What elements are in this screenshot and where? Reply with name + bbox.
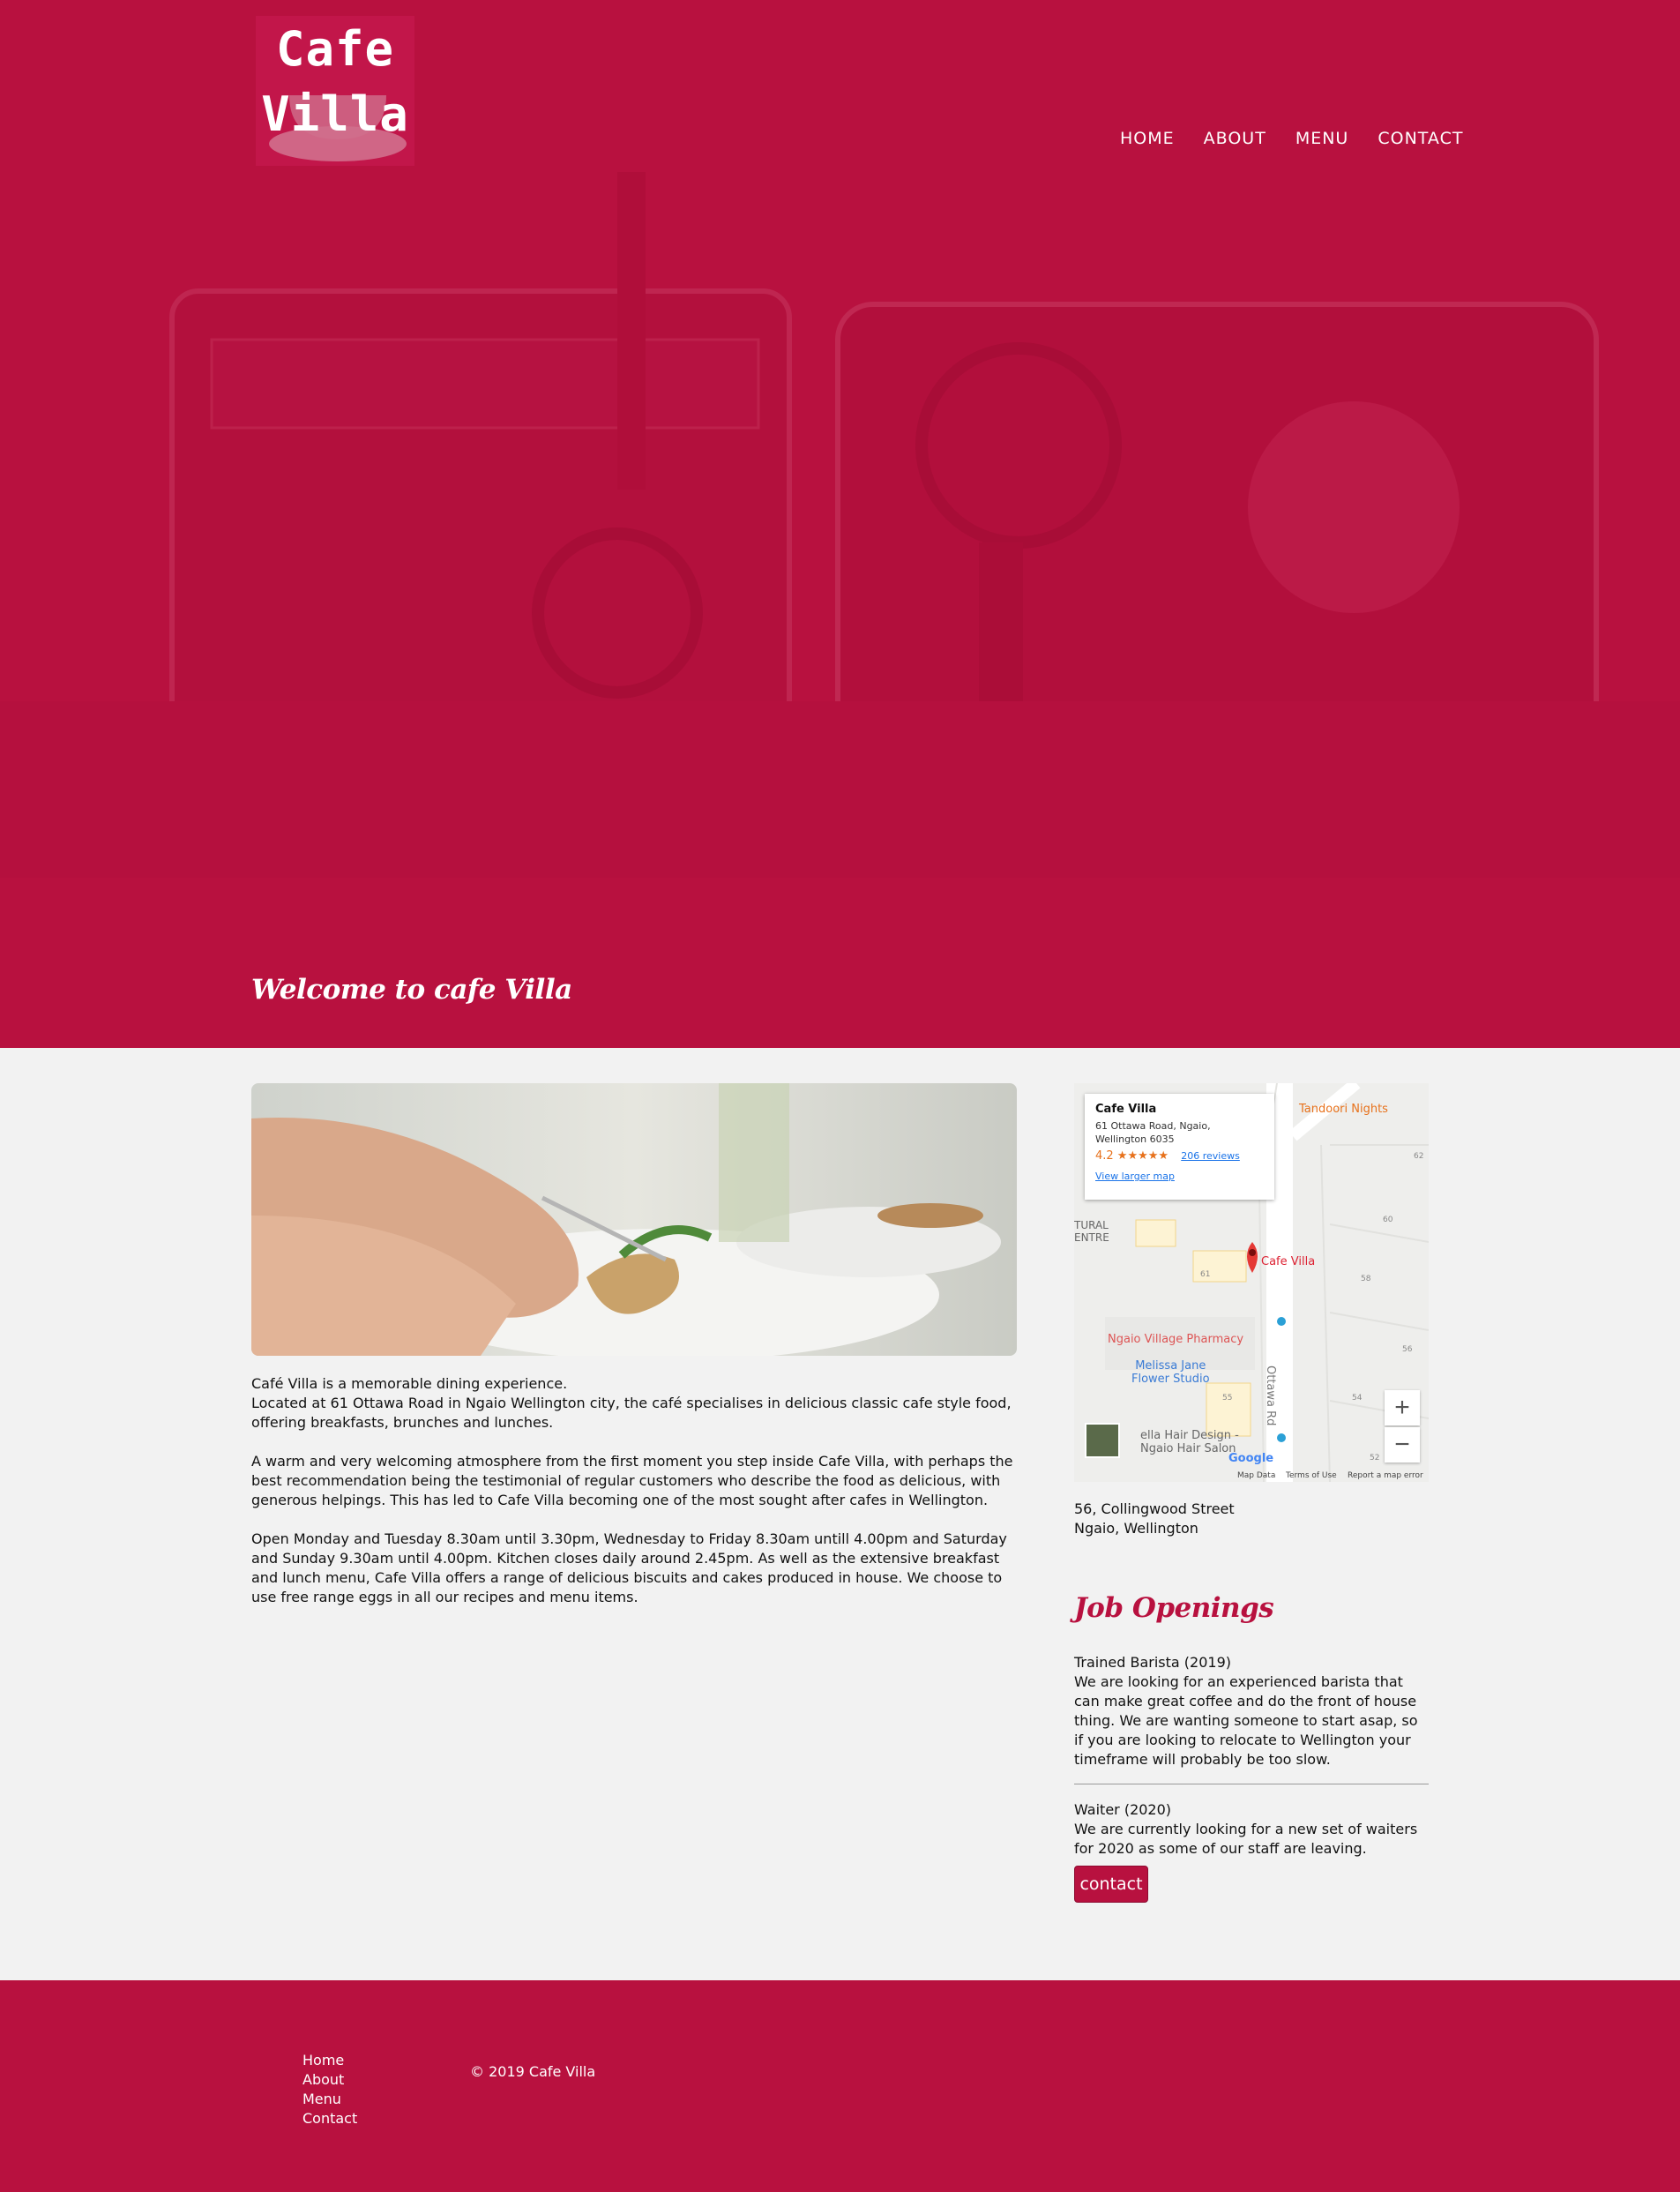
dining-photo bbox=[251, 1083, 1017, 1356]
hero-background-image bbox=[0, 172, 1680, 878]
about-paragraph-3: Open Monday and Tuesday 8.30am until 3.3… bbox=[251, 1530, 1007, 1605]
map-terms-link[interactable]: Terms of Use bbox=[1286, 1471, 1337, 1480]
map-rating-stars: 4.2 ★★★★★ bbox=[1095, 1149, 1169, 1163]
job-listing-barista: Trained Barista (2019) We are looking fo… bbox=[1074, 1653, 1429, 1769]
logo-text-cafe: Cafe bbox=[275, 21, 395, 77]
address-block: 56, Collingwood Street Ngaio, Wellington bbox=[1074, 1500, 1235, 1538]
address-line-1: 56, Collingwood Street bbox=[1074, 1500, 1235, 1517]
copyright-text: © 2019 Cafe Villa bbox=[470, 2063, 596, 2080]
footer-link-home[interactable]: Home bbox=[302, 2051, 357, 2070]
satellite-toggle[interactable] bbox=[1085, 1423, 1120, 1458]
zoom-out-button[interactable]: − bbox=[1385, 1427, 1420, 1463]
nav-about[interactable]: ABOUT bbox=[1204, 129, 1266, 148]
nav-menu[interactable]: MENU bbox=[1295, 129, 1349, 148]
map-road-label: Ottawa Rd bbox=[1264, 1365, 1277, 1426]
about-section: Café Villa is a memorable dining experie… bbox=[251, 1374, 1017, 1627]
map-rating: 4.2 ★★★★★ 206 reviews bbox=[1095, 1149, 1264, 1163]
cafe-villa-logo[interactable]: Cafe Villa bbox=[256, 16, 414, 166]
map-report-link[interactable]: Report a map error bbox=[1348, 1471, 1423, 1480]
job-title: Waiter (2020) bbox=[1074, 1801, 1172, 1818]
map-poi-flower-studio[interactable]: Melissa Jane Flower Studio bbox=[1131, 1359, 1210, 1386]
job-title: Trained Barista (2019) bbox=[1074, 1654, 1231, 1671]
map-poi-pharmacy[interactable]: Ngaio Village Pharmacy bbox=[1108, 1333, 1243, 1346]
map-reviews-link[interactable]: 206 reviews bbox=[1181, 1150, 1240, 1162]
footer-link-about[interactable]: About bbox=[302, 2070, 357, 2090]
map-data-link[interactable]: Map Data bbox=[1237, 1471, 1275, 1480]
about-paragraph-1: Café Villa is a memorable dining experie… bbox=[251, 1375, 1012, 1431]
map-number: 62 bbox=[1414, 1152, 1424, 1161]
location-map[interactable]: Cafe Villa 61 Ottawa Road, Ngaio, Wellin… bbox=[1074, 1083, 1429, 1482]
contact-button[interactable]: contact bbox=[1074, 1866, 1148, 1903]
footer-link-contact[interactable]: Contact bbox=[302, 2109, 357, 2128]
footer-link-menu[interactable]: Menu bbox=[302, 2090, 357, 2109]
map-number: 52 bbox=[1370, 1454, 1380, 1463]
hero-header: Cafe Villa HOME ABOUT MENU CONTACT Welco… bbox=[0, 0, 1680, 1048]
address-line-2: Ngaio, Wellington bbox=[1074, 1520, 1198, 1537]
map-number: 56 bbox=[1402, 1345, 1413, 1354]
view-larger-map-link[interactable]: View larger map bbox=[1095, 1170, 1264, 1183]
zoom-in-button[interactable]: + bbox=[1385, 1390, 1420, 1425]
map-info-card: Cafe Villa 61 Ottawa Road, Ngaio, Wellin… bbox=[1085, 1094, 1274, 1200]
job-listing-waiter: Waiter (2020) We are currently looking f… bbox=[1074, 1800, 1429, 1859]
nav-home[interactable]: HOME bbox=[1120, 129, 1175, 148]
map-poi-tandoori[interactable]: Tandoori Nights bbox=[1299, 1103, 1388, 1116]
map-number: 58 bbox=[1361, 1275, 1371, 1283]
job-description: We are currently looking for a new set o… bbox=[1074, 1821, 1418, 1857]
main-nav: HOME ABOUT MENU CONTACT bbox=[1120, 129, 1463, 148]
map-card-title: Cafe Villa bbox=[1095, 1103, 1157, 1116]
job-description: We are looking for an experienced barist… bbox=[1074, 1673, 1418, 1768]
job-openings-title: Job Openings bbox=[1074, 1592, 1274, 1624]
map-number: 54 bbox=[1352, 1394, 1363, 1403]
map-poi-hair-salon[interactable]: ella Hair Design - Ngaio Hair Salon bbox=[1140, 1429, 1239, 1455]
about-paragraph-2: A warm and very welcoming atmosphere fro… bbox=[251, 1453, 1013, 1508]
site-footer: Home About Menu Contact © 2019 Cafe Vill… bbox=[0, 1980, 1680, 2192]
map-poi-cafe-villa[interactable]: Cafe Villa bbox=[1261, 1255, 1315, 1268]
map-card-address: 61 Ottawa Road, Ngaio, Wellington 6035 bbox=[1095, 1120, 1211, 1145]
map-poi-centre[interactable]: TURAL ENTRE bbox=[1074, 1219, 1109, 1244]
google-logo: Google bbox=[1228, 1452, 1274, 1465]
map-number: 55 bbox=[1222, 1394, 1233, 1403]
footer-nav: Home About Menu Contact bbox=[302, 2051, 357, 2128]
nav-contact[interactable]: CONTACT bbox=[1378, 129, 1463, 148]
logo-text-villa: Villa bbox=[261, 86, 409, 142]
hero-title: Welcome to cafe Villa bbox=[251, 974, 572, 1006]
map-number: 61 bbox=[1200, 1270, 1211, 1279]
map-number: 60 bbox=[1383, 1216, 1393, 1224]
